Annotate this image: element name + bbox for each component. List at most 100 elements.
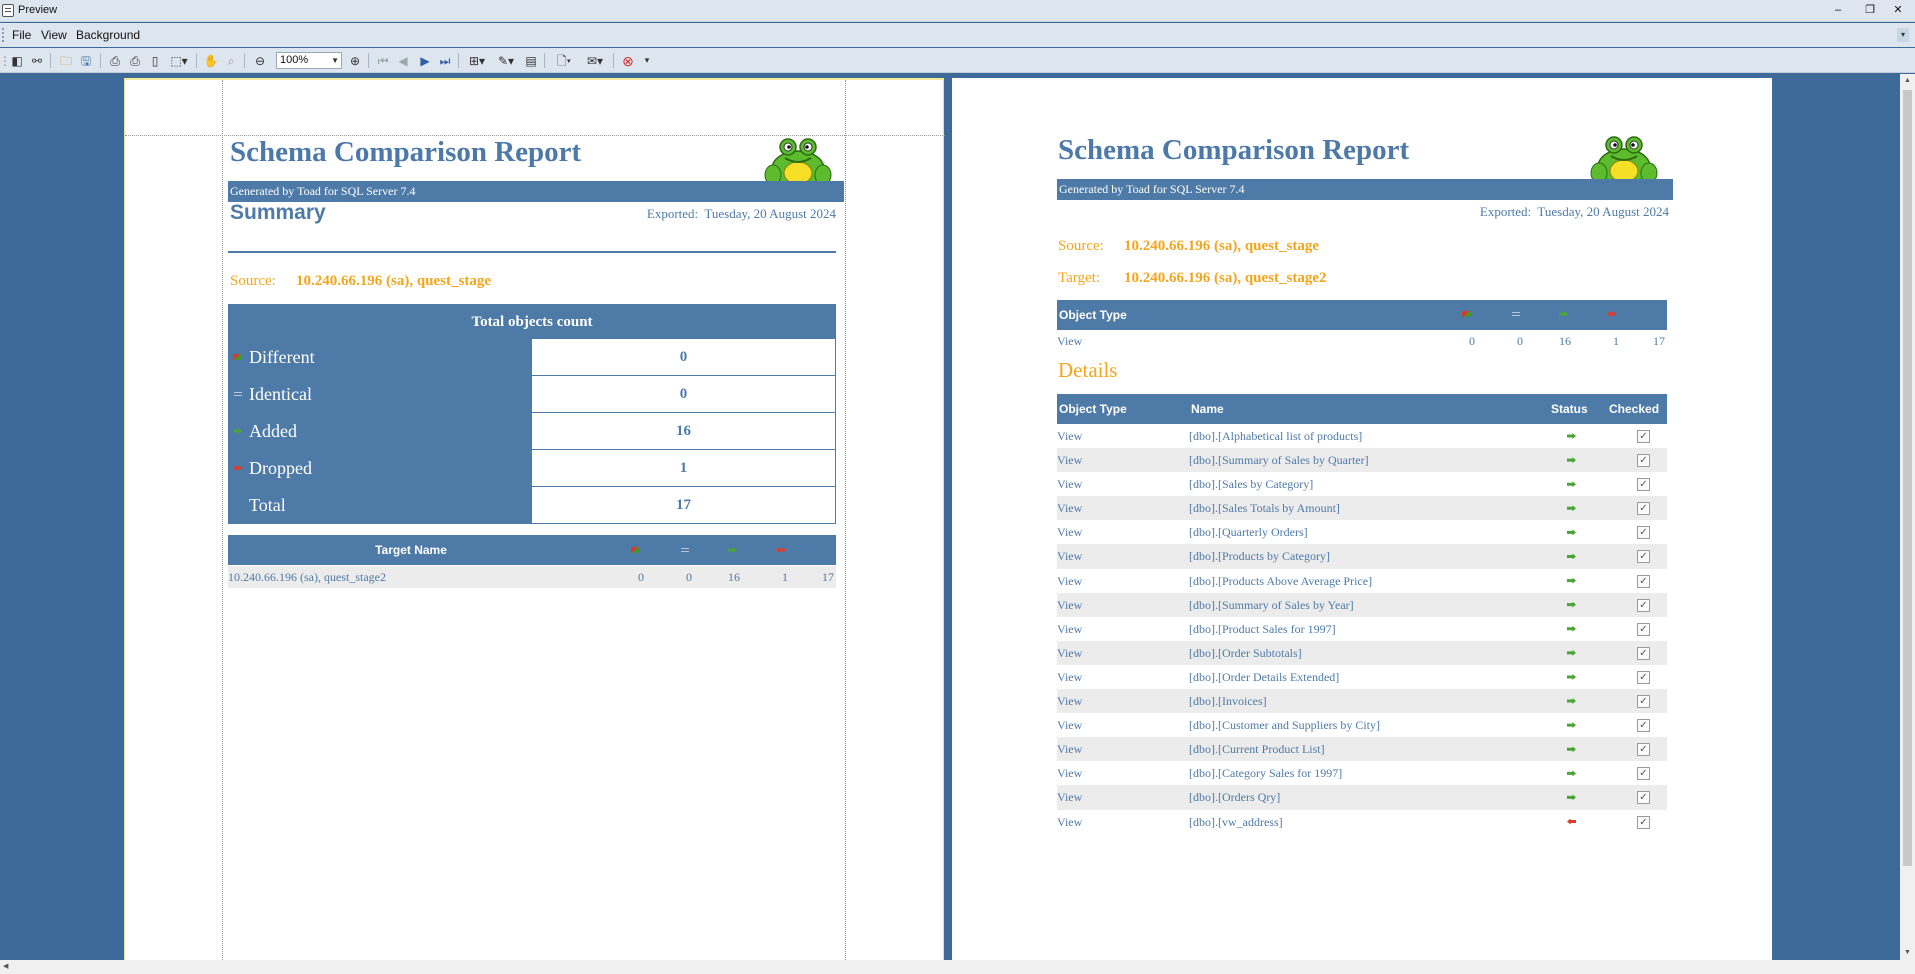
totals-row-value: 1 xyxy=(679,460,688,476)
background-color-icon[interactable]: ✎▾ xyxy=(494,53,518,68)
object-type-header: Object Type xyxy=(1059,308,1127,322)
row-checked-checkbox[interactable]: ✓ xyxy=(1637,574,1650,588)
page-setup-icon[interactable]: ▯ xyxy=(147,53,163,68)
zoom-level-select[interactable]: 100% ▼ xyxy=(276,52,342,69)
scroll-left-icon[interactable]: ◀ xyxy=(3,960,8,974)
row-object-type: View xyxy=(1057,814,1083,829)
row-checked-checkbox[interactable]: ✓ xyxy=(1637,550,1650,564)
menu-file[interactable]: File xyxy=(12,28,31,42)
summary-added-count: 16 xyxy=(1559,334,1571,348)
details-row: View [dbo].[Current Product List] ✓ xyxy=(1057,737,1667,762)
row-checked-checkbox[interactable]: ✓ xyxy=(1637,743,1650,757)
row-checked-checkbox[interactable]: ✓ xyxy=(1637,622,1650,636)
minimize-button[interactable]: – xyxy=(1828,2,1848,19)
row-object-type: View xyxy=(1057,718,1083,733)
row-checked-checkbox[interactable]: ✓ xyxy=(1637,695,1650,709)
added-icon xyxy=(1567,746,1576,753)
print-icon[interactable]: ⎙ xyxy=(107,53,123,68)
row-checked-checkbox[interactable]: ✓ xyxy=(1637,430,1650,443)
vertical-scroll-thumb[interactable] xyxy=(1903,90,1912,866)
details-row: View [dbo].[Product Sales for 1997] ✓ xyxy=(1057,617,1667,641)
totals-title: Total objects count xyxy=(228,304,836,339)
toolbar-grip: ⋮ xyxy=(0,53,11,68)
export-document-icon[interactable]: 🗋▾ xyxy=(551,53,577,68)
row-object-name: [dbo].[vw_address] xyxy=(1189,814,1283,829)
scale-dropdown-icon[interactable]: ⬚▾ xyxy=(168,53,190,68)
toolbar: ⋮ ◧ ⚯ 🗀 🖫 ⎙ ⎙ ▯ ⬚▾ ✋ ⌕ ⊖ 100% ▼ ⊕ ⏮ ◀ ▶ ⏭… xyxy=(0,48,1915,73)
details-row: View [dbo].[Products Above Average Price]… xyxy=(1057,569,1667,593)
target-added-count: 16 xyxy=(728,570,740,584)
summary-divider xyxy=(228,251,836,253)
close-button[interactable]: ✕ xyxy=(1888,2,1908,19)
document-map-icon[interactable]: ◧ xyxy=(10,53,24,68)
details-row: View [dbo].[Quarterly Orders] ✓ xyxy=(1057,520,1667,544)
added-icon xyxy=(1559,311,1568,317)
row-object-name: [dbo].[Invoices] xyxy=(1189,694,1267,709)
totals-row-value: 16 xyxy=(676,423,691,439)
find-binoculars-icon[interactable]: ⚯ xyxy=(29,53,45,68)
first-page-icon[interactable]: ⏮ xyxy=(375,53,391,68)
zoom-out-icon[interactable]: ⊖ xyxy=(252,53,268,68)
row-object-name: [dbo].[Current Product List] xyxy=(1189,742,1325,757)
totals-row-total: Total 17 xyxy=(228,487,836,524)
row-checked-checkbox[interactable]: ✓ xyxy=(1637,478,1650,492)
identical-icon xyxy=(234,392,242,396)
vertical-scrollbar[interactable]: ▲ ▼ xyxy=(1900,74,1915,960)
title-bar: Preview – ❐ ✕ xyxy=(0,0,1915,22)
dropped-icon xyxy=(776,547,785,553)
toolbar-separator xyxy=(100,53,101,68)
object-summary-header: Object Type xyxy=(1057,300,1667,330)
source-value: 10.240.66.196 (sa), quest_stage xyxy=(296,273,491,289)
previous-page-icon[interactable]: ◀ xyxy=(395,53,411,68)
open-folder-icon[interactable]: 🗀 xyxy=(58,53,74,68)
next-page-icon[interactable]: ▶ xyxy=(417,53,433,68)
save-icon[interactable]: 🖫 xyxy=(78,53,94,68)
multiple-pages-icon[interactable]: ⊞▾ xyxy=(465,53,489,68)
restore-button[interactable]: ❐ xyxy=(1860,2,1880,19)
scroll-up-icon[interactable]: ▲ xyxy=(1900,74,1915,88)
send-email-icon[interactable]: ✉▾ xyxy=(582,53,608,68)
row-checked-checkbox[interactable]: ✓ xyxy=(1637,454,1650,468)
report-title: Schema Comparison Report xyxy=(230,136,582,168)
row-checked-checkbox[interactable]: ✓ xyxy=(1637,646,1650,660)
row-object-type: View xyxy=(1057,790,1083,805)
added-icon xyxy=(1567,794,1576,801)
row-object-name: [dbo].[Products Above Average Price] xyxy=(1189,573,1373,588)
target-line: Target: 10.240.66.196 (sa), quest_stage2 xyxy=(1058,270,1658,287)
totals-row-different: Different 0 xyxy=(228,339,836,376)
close-preview-icon[interactable]: ⊗ xyxy=(620,53,636,68)
last-page-icon[interactable]: ⏭ xyxy=(437,53,453,68)
menu-overflow-chevron-icon[interactable]: ▾ xyxy=(1897,28,1909,42)
summary-object-type: View xyxy=(1057,334,1083,348)
row-checked-checkbox[interactable]: ✓ xyxy=(1637,670,1650,684)
added-icon xyxy=(1567,673,1576,680)
hand-tool-icon[interactable]: ✋ xyxy=(203,53,219,68)
scroll-down-icon[interactable]: ▼ xyxy=(1900,946,1915,960)
details-row: View [dbo].[Products by Category] ✓ xyxy=(1057,544,1667,569)
row-checked-checkbox[interactable]: ✓ xyxy=(1637,719,1650,733)
quick-print-icon[interactable]: ⎙ xyxy=(127,53,143,68)
horizontal-scrollbar[interactable]: ◀ xyxy=(0,960,1915,974)
column-object-type: Object Type xyxy=(1059,402,1127,416)
window-title: Preview xyxy=(18,4,58,16)
magnifier-icon[interactable]: ⌕ xyxy=(223,53,239,68)
menu-background[interactable]: Background xyxy=(76,28,140,42)
watermark-icon[interactable]: ▤ xyxy=(523,53,539,68)
row-checked-checkbox[interactable]: ✓ xyxy=(1637,502,1650,516)
exported-line: Exported: Tuesday, 20 August 2024 xyxy=(585,206,836,222)
row-object-type: View xyxy=(1057,645,1083,660)
row-checked-checkbox[interactable]: ✓ xyxy=(1637,791,1650,805)
row-checked-checkbox[interactable]: ✓ xyxy=(1637,598,1650,612)
added-icon xyxy=(1567,553,1576,560)
row-object-type: View xyxy=(1057,742,1083,757)
row-checked-checkbox[interactable]: ✓ xyxy=(1637,767,1650,781)
report-page-details: Schema Comparison Report Generated by To… xyxy=(952,78,1772,960)
row-object-name: [dbo].[Summary of Sales by Quarter] xyxy=(1189,453,1369,468)
zoom-in-icon[interactable]: ⊕ xyxy=(347,53,363,68)
toolbar-overflow-icon[interactable]: ▾ xyxy=(642,53,652,68)
menu-view[interactable]: View xyxy=(41,28,67,42)
object-summary-row: View 0 0 16 1 17 xyxy=(1057,331,1667,351)
row-checked-checkbox[interactable]: ✓ xyxy=(1637,526,1650,540)
chevron-down-icon: ▼ xyxy=(331,56,339,65)
row-checked-checkbox[interactable]: ✓ xyxy=(1637,815,1650,829)
